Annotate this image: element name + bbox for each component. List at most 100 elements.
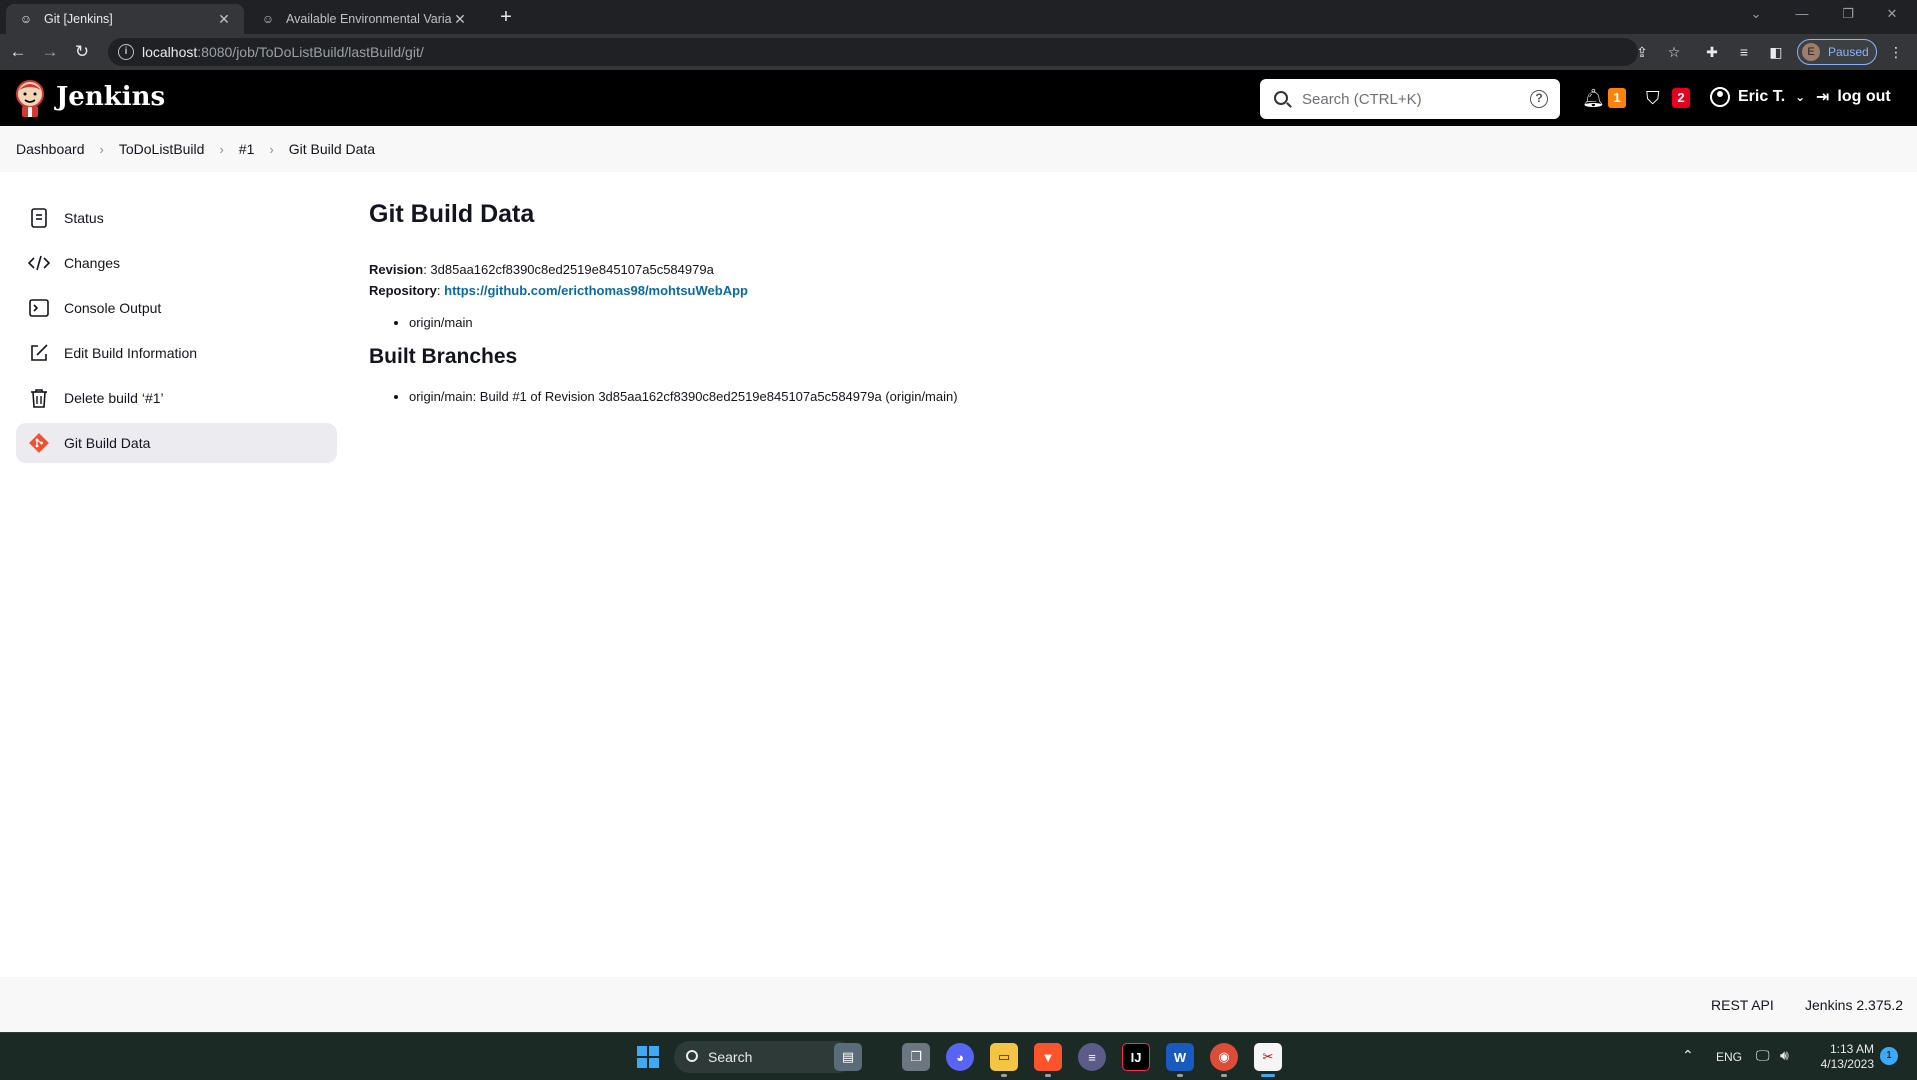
logout-label: log out bbox=[1837, 88, 1891, 105]
minimize-icon[interactable]: — bbox=[1780, 0, 1824, 30]
help-icon[interactable]: ? bbox=[1530, 90, 1548, 108]
brave-browser-icon[interactable]: ▼ bbox=[1034, 1043, 1062, 1077]
tab-title: Available Environmental Variables bbox=[286, 12, 452, 26]
repository-label: Repository bbox=[369, 283, 437, 298]
breadcrumb-dashboard[interactable]: Dashboard bbox=[16, 141, 85, 157]
sidebar-item-changes[interactable]: Changes bbox=[16, 243, 337, 283]
built-branches-heading: Built Branches bbox=[369, 345, 518, 368]
language-indicator[interactable]: ENG bbox=[1716, 1050, 1742, 1064]
browser-tab-git-jenkins[interactable]: ☺ Git [Jenkins] ✕ bbox=[6, 4, 244, 34]
browser-menu-icon[interactable]: ⋮ bbox=[1886, 42, 1906, 62]
notification-badge[interactable]: 1 bbox=[1880, 1047, 1898, 1065]
sidebar-item-console-output[interactable]: Console Output bbox=[16, 288, 337, 328]
chevron-right-icon: › bbox=[219, 141, 224, 157]
repository-link[interactable]: https://github.com/ericthomas98/mohtsuWe… bbox=[444, 283, 748, 298]
restore-icon[interactable]: ❐ bbox=[1826, 0, 1870, 30]
side-panel-icon[interactable]: ◧ bbox=[1766, 42, 1786, 62]
reload-icon[interactable]: ↻ bbox=[70, 40, 94, 64]
extensions-icon[interactable]: ✚ bbox=[1702, 42, 1722, 62]
built-branches-list: origin/main: Build #1 of Revision 3d85aa… bbox=[409, 387, 1869, 407]
status-icon bbox=[28, 207, 50, 229]
url-host: localhost bbox=[142, 44, 198, 60]
url-path: :8080/job/ToDoListBuild/lastBuild/git/ bbox=[197, 44, 424, 60]
shield-icon[interactable]: ⛉ bbox=[1646, 88, 1660, 109]
close-tab-icon[interactable]: ✕ bbox=[216, 11, 232, 28]
reading-list-icon[interactable]: ≡ bbox=[1734, 42, 1754, 62]
notifications-badge[interactable]: 1 bbox=[1608, 88, 1626, 108]
network-icon[interactable]: 🖵︎ bbox=[1756, 1047, 1770, 1064]
clock-date: 4/13/2023 bbox=[1820, 1057, 1874, 1071]
volume-icon[interactable]: 🔊︎ bbox=[1780, 1047, 1789, 1064]
search-icon bbox=[1274, 91, 1288, 105]
sidebar-item-status[interactable]: Status bbox=[16, 198, 337, 238]
logout-icon: ⇥ bbox=[1816, 89, 1830, 106]
discord-icon[interactable]: ◕ bbox=[946, 1043, 974, 1071]
snipping-tool-icon[interactable]: ✂ bbox=[1254, 1043, 1282, 1077]
sidebar-item-delete-build[interactable]: Delete build ‘#1’ bbox=[16, 378, 337, 418]
sidebar-item-edit-build-information[interactable]: Edit Build Information bbox=[16, 333, 337, 373]
bell-icon[interactable]: 🔔︎ bbox=[1582, 88, 1605, 109]
taskbar-search-label: Search bbox=[708, 1049, 753, 1065]
jenkins-favicon-icon: ☺ bbox=[19, 12, 33, 26]
revision-line: Revision: 3d85aa162cf8390c8ed2519e845107… bbox=[369, 262, 714, 277]
bookmark-star-icon[interactable]: ☆ bbox=[1664, 42, 1684, 62]
chevron-up-icon[interactable]: ⌃ bbox=[1682, 1047, 1694, 1064]
breadcrumb-build[interactable]: #1 bbox=[239, 141, 255, 157]
task-view-icon[interactable]: ❐ bbox=[902, 1043, 930, 1071]
page-footer: REST API Jenkins 2.375.2 bbox=[0, 977, 1917, 1032]
address-bar-input[interactable]: i localhost:8080/job/ToDoListBuild/lastB… bbox=[108, 38, 1638, 66]
file-explorer-icon[interactable]: ▭ bbox=[990, 1043, 1018, 1077]
rest-api-link[interactable]: REST API bbox=[1711, 997, 1774, 1013]
app-icon[interactable]: ≡ bbox=[1078, 1043, 1106, 1071]
share-icon[interactable]: ⇪ bbox=[1632, 42, 1652, 62]
site-info-icon[interactable]: i bbox=[118, 44, 134, 60]
jenkins-version-link[interactable]: Jenkins 2.375.2 bbox=[1805, 997, 1903, 1013]
search-icon bbox=[686, 1050, 698, 1062]
breadcrumb: Dashboard › ToDoListBuild › #1 › Git Bui… bbox=[0, 126, 1917, 172]
close-tab-icon[interactable]: ✕ bbox=[452, 11, 468, 28]
tab-search-icon[interactable]: ⌄ bbox=[1734, 0, 1778, 30]
word-icon[interactable]: W bbox=[1166, 1043, 1194, 1077]
user-menu[interactable]: Eric T. ⌄ bbox=[1710, 87, 1805, 107]
system-clock[interactable]: 1:13 AM 4/13/2023 bbox=[1810, 1042, 1874, 1072]
code-icon bbox=[28, 252, 50, 274]
back-icon[interactable]: ← bbox=[6, 40, 30, 64]
tab-title: Git [Jenkins] bbox=[44, 12, 113, 26]
intellij-icon[interactable]: IJ bbox=[1122, 1043, 1150, 1071]
list-item: origin/main: Build #1 of Revision 3d85aa… bbox=[409, 387, 1869, 407]
chrome-icon[interactable]: ◉ bbox=[1210, 1043, 1238, 1077]
sidebar-item-label: Changes bbox=[64, 255, 121, 271]
sidebar-item-label: Status bbox=[64, 210, 104, 226]
browser-toolbar: ← → ↻ i localhost:8080/job/ToDoListBuild… bbox=[0, 34, 1917, 70]
sidebar-item-label: Delete build ‘#1’ bbox=[64, 390, 164, 406]
chevron-down-icon[interactable]: ⌄ bbox=[1795, 90, 1805, 104]
git-icon bbox=[28, 432, 50, 454]
search-input[interactable]: Search (CTRL+K) ? bbox=[1260, 79, 1560, 119]
chevron-right-icon: › bbox=[269, 141, 274, 157]
repository-line: Repository: https://github.com/ericthoma… bbox=[369, 283, 748, 298]
logout-link[interactable]: ⇥ log out bbox=[1816, 87, 1891, 107]
page-title: Git Build Data bbox=[369, 200, 535, 228]
breadcrumb-job[interactable]: ToDoListBuild bbox=[119, 141, 205, 157]
jenkins-logo-icon[interactable] bbox=[14, 78, 46, 118]
terminal-icon bbox=[28, 297, 50, 319]
branch-list: origin/main bbox=[409, 313, 1869, 333]
sidebar-item-label: Edit Build Information bbox=[64, 345, 198, 361]
close-window-icon[interactable]: ✕ bbox=[1870, 0, 1914, 30]
browser-tab-env-vars[interactable]: ☺ Available Environmental Variables ✕ bbox=[248, 4, 480, 34]
breadcrumb-current[interactable]: Git Build Data bbox=[289, 141, 375, 157]
widgets-icon[interactable]: ▤ bbox=[834, 1043, 862, 1071]
taskbar-search[interactable]: Search bbox=[674, 1041, 854, 1073]
new-tab-icon[interactable]: + bbox=[494, 6, 518, 30]
user-icon bbox=[1710, 87, 1730, 107]
main-panel: Git Build Data Revision: 3d85aa162cf8390… bbox=[369, 200, 1869, 419]
profile-button[interactable]: E Paused bbox=[1797, 39, 1877, 65]
sidebar-item-git-build-data[interactable]: Git Build Data bbox=[16, 423, 337, 463]
windows-start-icon[interactable] bbox=[637, 1046, 659, 1068]
trash-icon bbox=[28, 387, 50, 409]
jenkins-brand[interactable]: Jenkins bbox=[56, 82, 165, 112]
list-item: origin/main bbox=[409, 313, 1869, 333]
profile-status: Paused bbox=[1828, 45, 1869, 59]
security-badge[interactable]: 2 bbox=[1672, 88, 1690, 108]
forward-icon[interactable]: → bbox=[38, 40, 62, 64]
